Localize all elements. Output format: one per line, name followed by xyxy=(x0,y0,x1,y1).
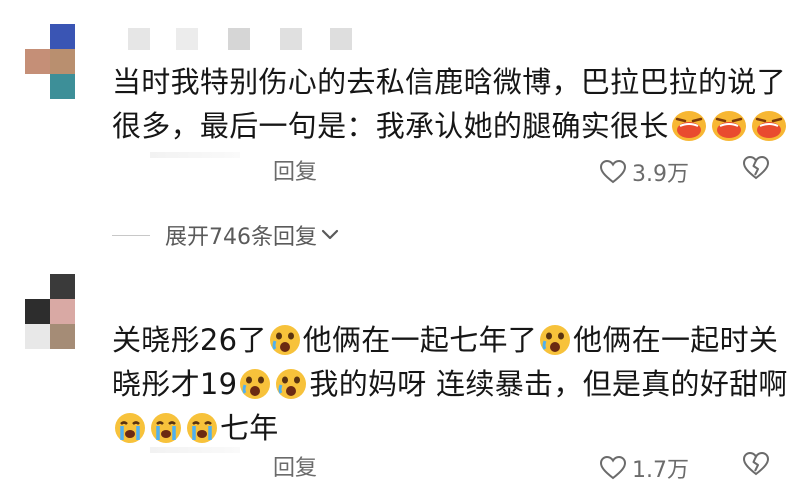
comment-segment: 他俩在一起时关 xyxy=(573,323,779,357)
heart-outline-icon xyxy=(600,160,626,184)
expand-replies-button[interactable]: 展开746条回复 xyxy=(165,219,339,251)
laughing-emoji-icon xyxy=(710,108,748,142)
comment-segment: 他俩在一起七年了 xyxy=(302,323,538,357)
comment-segment: 关晓彤26了 xyxy=(112,323,267,357)
like-button[interactable]: 1.7万 xyxy=(600,452,689,484)
like-count: 1.7万 xyxy=(632,458,689,483)
comment-text: 关晓彤26了 他俩在一起七年了 他俩在一起时关 晓彤才19 我的妈呀 连续暴击，但是真… xyxy=(112,318,800,450)
dislike-heart-icon[interactable] xyxy=(743,452,769,476)
comment-text: 当时我特别伤心的去私信鹿晗微博，巴拉巴拉的说了 很多，最后一句是：我承认她的腿确… xyxy=(112,60,800,148)
crying-emoji-icon xyxy=(238,368,272,400)
reply-button[interactable]: 回复 xyxy=(273,450,317,482)
timestamp-blurred xyxy=(150,152,240,158)
heart-outline-icon xyxy=(600,456,626,480)
avatar[interactable] xyxy=(25,274,75,350)
dislike-heart-icon[interactable] xyxy=(743,156,769,180)
reply-button[interactable]: 回复 xyxy=(273,154,317,186)
timestamp-blurred xyxy=(150,447,240,453)
laughing-emoji-icon xyxy=(670,108,708,142)
comment-line: 当时我特别伤心的去私信鹿晗微博，巴拉巴拉的说了 xyxy=(112,65,786,99)
crying-emoji-icon xyxy=(538,324,572,356)
like-button[interactable]: 3.9万 xyxy=(600,156,689,188)
sobbing-emoji-icon xyxy=(149,412,183,444)
comment-line: 晓彤才19 我的妈呀 连续暴击，但是真的好甜啊 xyxy=(112,362,800,406)
comment-segment: 晓彤才19 xyxy=(112,367,238,401)
sobbing-emoji-icon xyxy=(185,412,219,444)
comment-line: 七年 xyxy=(112,406,800,450)
username-blurred[interactable] xyxy=(128,28,378,50)
comment-line-text: 很多，最后一句是：我承认她的腿确实很长 xyxy=(112,109,669,143)
crying-emoji-icon xyxy=(274,368,308,400)
chevron-down-icon xyxy=(321,229,339,240)
expand-replies-label: 展开746条回复 xyxy=(165,225,317,250)
crying-emoji-icon xyxy=(268,324,302,356)
like-count: 3.9万 xyxy=(632,162,689,187)
comment-segment: 我的妈呀 连续暴击，但是真的好甜啊 xyxy=(309,367,788,401)
laughing-emoji-icon xyxy=(750,108,788,142)
comment-line: 关晓彤26了 他俩在一起七年了 他俩在一起时关 xyxy=(112,318,800,362)
sobbing-emoji-icon xyxy=(113,412,147,444)
comment-line: 很多，最后一句是：我承认她的腿确实很长 xyxy=(112,104,800,148)
avatar[interactable] xyxy=(25,24,75,100)
comment-segment: 七年 xyxy=(220,411,279,445)
divider xyxy=(112,235,150,236)
